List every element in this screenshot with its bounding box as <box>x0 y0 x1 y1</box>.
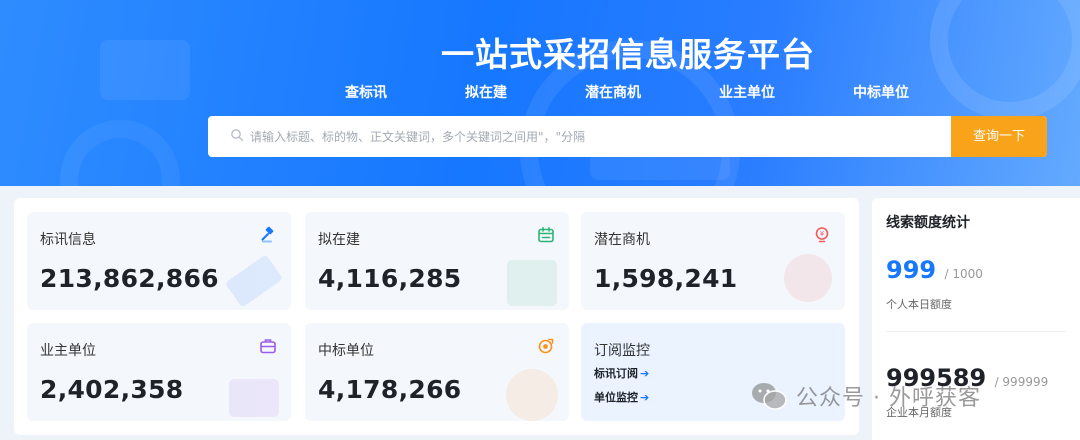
arrow-right-icon: ➔ <box>640 391 650 404</box>
tab-bid-info[interactable]: 查标讯 <box>345 82 387 102</box>
stat-label: 标讯信息 <box>40 232 96 248</box>
briefcase-icon <box>260 339 276 354</box>
search-tabs: 查标讯 拟在建 潜在商机 业主单位 中标单位 <box>0 82 1080 102</box>
tab-planned-projects[interactable]: 拟在建 <box>465 82 507 102</box>
bid-subscription-link[interactable]: 标讯订阅 ➔ <box>594 365 649 381</box>
personal-quota-label: 个人本日额度 <box>886 298 952 311</box>
award-watermark-icon <box>506 369 558 421</box>
search-input[interactable] <box>250 116 940 157</box>
wechat-icon <box>752 383 787 410</box>
quota-title: 线索额度统计 <box>886 215 970 231</box>
stat-value: 2,402,358 <box>40 375 184 404</box>
calendar-watermark-icon <box>507 260 557 306</box>
personal-quota: 999 / 1000 <box>886 256 983 284</box>
tab-winning-units[interactable]: 中标单位 <box>853 82 909 102</box>
watermark-text: 公众号 · 外呼获客 <box>796 386 981 411</box>
stat-value: 4,116,285 <box>318 264 462 293</box>
stat-value: 1,598,241 <box>594 264 738 293</box>
decorative-ring <box>60 120 180 186</box>
tab-potential-opportunities[interactable]: 潜在商机 <box>585 82 641 102</box>
stat-value: 213,862,866 <box>40 264 219 293</box>
stat-card-bid-info[interactable]: 标讯信息 213,862,866 <box>27 212 291 310</box>
search-button[interactable]: 查询一下 <box>951 116 1047 157</box>
unit-monitor-link[interactable]: 单位监控 ➔ <box>594 389 649 405</box>
stat-card-potential-opportunities[interactable]: 潜在商机 1,598,241 ¥ <box>581 212 845 310</box>
lightbulb-watermark-icon <box>784 254 832 302</box>
hero-banner: 一站式采招信息服务平台 查标讯 拟在建 潜在商机 业主单位 中标单位 查询一下 <box>0 0 1080 186</box>
enterprise-quota-total: / 999999 <box>994 375 1049 389</box>
stat-label: 拟在建 <box>318 232 360 248</box>
gavel-icon <box>261 226 274 243</box>
stat-value: 4,178,266 <box>318 375 462 404</box>
personal-quota-used: 999 <box>886 256 937 284</box>
search-icon <box>231 129 244 142</box>
stat-label: 业主单位 <box>40 343 96 359</box>
stat-card-winning-units[interactable]: 中标单位 4,178,266 <box>305 323 569 421</box>
stat-card-planned-projects[interactable]: 拟在建 4,116,285 <box>305 212 569 310</box>
stat-label: 潜在商机 <box>594 232 650 248</box>
personal-quota-total: / 1000 <box>944 267 983 281</box>
stat-label: 中标单位 <box>318 343 374 359</box>
stats-panel: 标讯信息 213,862,866 拟在建 4,116,285 潜在商机 1,59… <box>14 198 859 435</box>
search-bar: 查询一下 <box>208 116 1047 157</box>
gavel-watermark-icon <box>226 255 282 307</box>
briefcase-watermark-icon <box>229 379 279 417</box>
page-title: 一站式采招信息服务平台 <box>441 35 815 74</box>
tab-owner-units[interactable]: 业主单位 <box>719 82 775 102</box>
award-icon <box>538 338 554 354</box>
calendar-icon <box>538 226 554 243</box>
lightbulb-icon: ¥ <box>815 227 829 243</box>
arrow-right-icon: ➔ <box>640 367 650 380</box>
stat-card-owner-units[interactable]: 业主单位 2,402,358 <box>27 323 291 421</box>
divider <box>886 331 1066 332</box>
subscription-title: 订阅监控 <box>594 343 650 359</box>
svg-text:¥: ¥ <box>820 230 825 238</box>
